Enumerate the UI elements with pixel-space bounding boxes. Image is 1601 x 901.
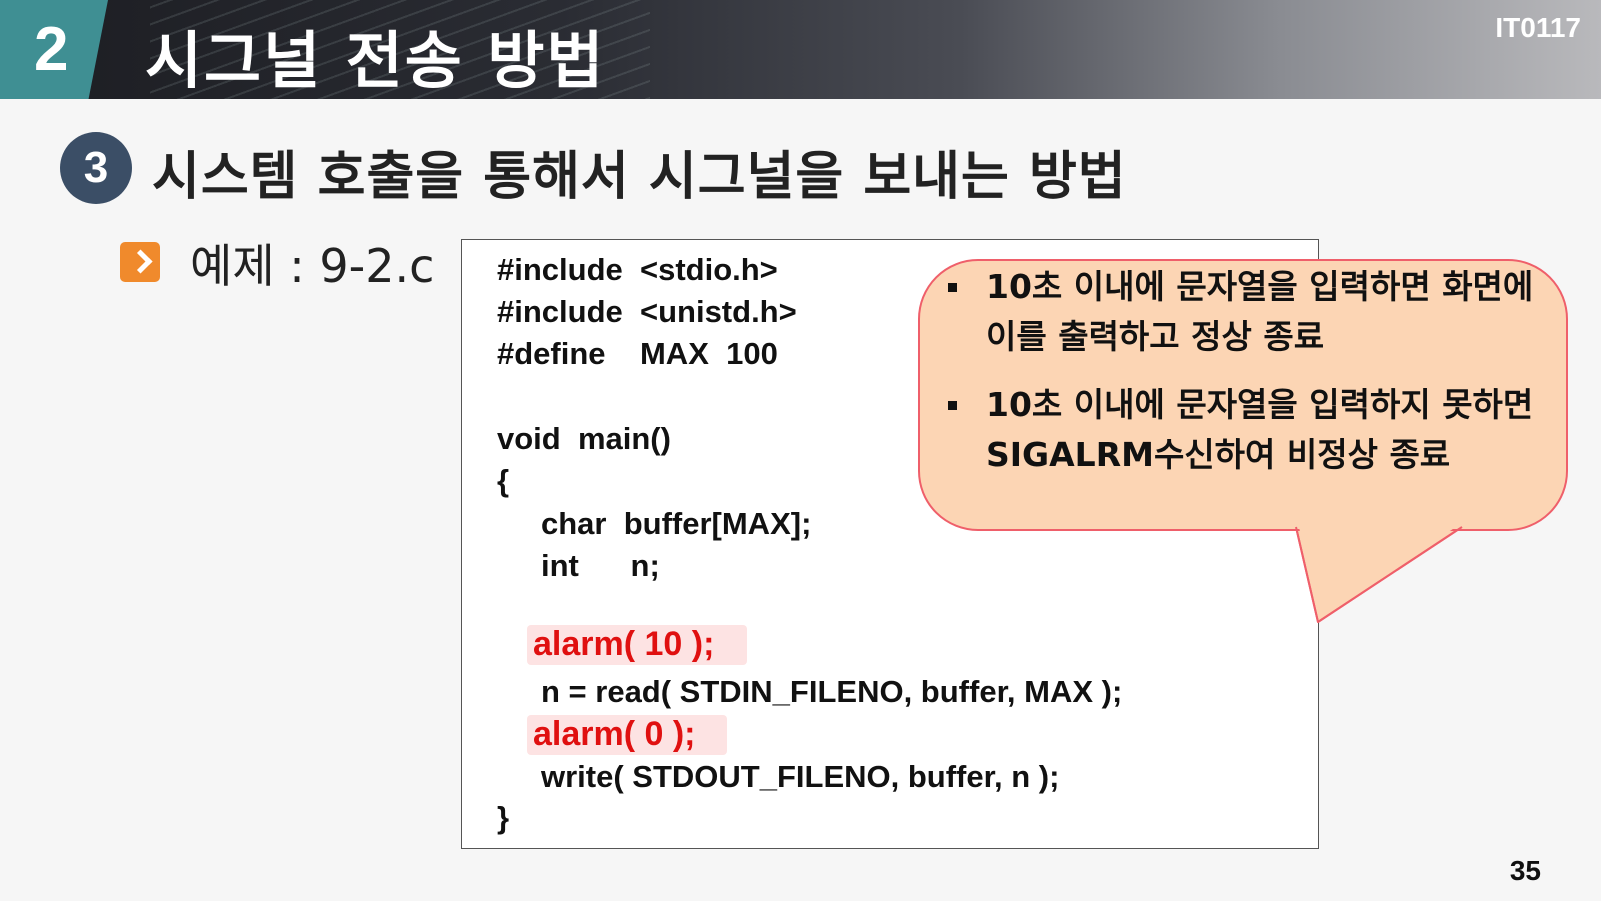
callout-bullet-text: 10초 이내에 문자열을 입력하지 못하면 SIGALRM수신하여 비정상 종료 [986,385,1534,474]
section-number-box: 2 [0,0,108,99]
bullet-square-icon [948,401,957,410]
subheader-number-badge: 3 [60,132,132,204]
callout-bullet-text: 10초 이내에 문자열을 입력하면 화면에 이를 출력하고 정상 종료 [986,267,1534,356]
code-line: #include <unistd.h> [497,294,797,329]
course-code: IT0117 [1495,12,1581,43]
code-line: write( STDOUT_FILENO, buffer, n ); [541,759,1060,794]
slide-title: 시그널 전송 방법 [145,24,606,97]
code-line: #include <stdio.h> [497,252,778,287]
code-line-alarm-set: alarm( 10 ); [533,625,715,663]
code-line: } [497,800,510,835]
page-number: 35 [1509,855,1541,886]
callout-bullet: 10초 이내에 문자열을 입력하지 못하면 SIGALRM수신하여 비정상 종료 [948,380,1548,480]
code-line: #define MAX 100 [497,336,778,371]
example-label: 예제 : 9-2.c [190,239,435,293]
callout-text: 10초 이내에 문자열을 입력하면 화면에 이를 출력하고 정상 종료 10초 … [948,262,1548,498]
section-number: 2 [34,15,69,84]
code-line: { [497,463,510,498]
code-line: char buffer[MAX]; [541,506,812,541]
code-line: n = read( STDIN_FILENO, buffer, MAX ); [541,674,1123,709]
code-line-alarm-cancel: alarm( 0 ); [533,715,696,753]
slide-header: 2 시그널 전송 방법 IT0117 [0,0,1601,99]
chevron-right-icon [120,242,160,282]
code-line: void main() [497,421,671,456]
bullet-square-icon [948,283,957,292]
code-line: int n; [541,548,660,583]
callout-bullet: 10초 이내에 문자열을 입력하면 화면에 이를 출력하고 정상 종료 [948,262,1548,362]
subheader-title: 시스템 호출을 통해서 시그널을 보내는 방법 [152,147,1127,207]
